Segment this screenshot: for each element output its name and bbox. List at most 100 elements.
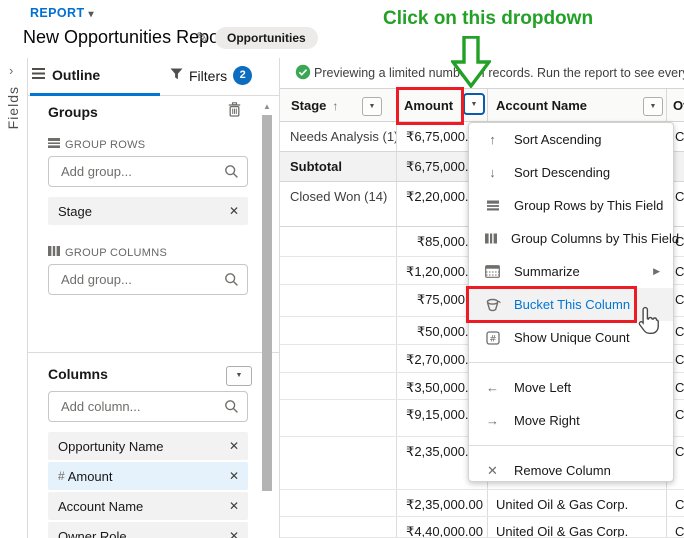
menu-item-label: Sort Ascending <box>514 132 602 147</box>
tab-outline-label: Outline <box>52 67 101 83</box>
sidebar-tabs: Outline Filters 2 <box>28 58 279 96</box>
tab-outline[interactable]: Outline <box>32 66 100 84</box>
menu-item-label: Remove Column <box>514 463 611 478</box>
arrow-up-icon: ↑ <box>489 132 496 147</box>
caret-down-icon: ▼ <box>235 372 243 379</box>
account-name-header-label: Account Name <box>496 98 588 113</box>
annotation-label: Click on this dropdown <box>383 8 594 29</box>
amount-cell: ₹4,40,000.00 <box>397 517 488 537</box>
column-chip-owner-role[interactable]: Owner Role ✕ <box>48 522 248 538</box>
stage-cell <box>280 227 397 256</box>
object-badge: Opportunities <box>215 27 318 49</box>
menu-item-move-right[interactable]: → Move Right <box>469 404 673 437</box>
remove-chip-icon[interactable]: ✕ <box>229 439 239 453</box>
table-header-row: Stage ↑ ▼ Amount ▼ Account Name ▼ Ov <box>280 88 684 122</box>
column-header-amount[interactable]: Amount ▼ <box>397 89 488 121</box>
top-bar: REPORT ▾ New Opportunities Report ✎ Oppor… <box>0 0 684 88</box>
report-label: REPORT <box>30 6 85 20</box>
table-row[interactable]: ₹4,40,000.00United Oil & Gas Corp. CE <box>280 517 684 538</box>
menu-divider <box>469 445 673 446</box>
group-columns-label-row: GROUP COLUMNS <box>48 245 167 260</box>
remove-chip-icon[interactable]: ✕ <box>229 529 239 538</box>
arrow-right-icon: → <box>486 413 499 428</box>
stage-cell: Closed Won (14) <box>280 182 397 226</box>
menu-item-show-unique-count[interactable]: # Show Unique Count <box>469 321 673 354</box>
stage-header-menu-button[interactable]: ▼ <box>362 96 382 116</box>
remove-chip-icon[interactable]: ✕ <box>229 204 239 218</box>
report-type-dropdown[interactable]: REPORT ▾ <box>30 6 94 20</box>
report-builder-screen: REPORT ▾ New Opportunities Report ✎ Oppor… <box>0 0 684 538</box>
menu-item-label: Bucket This Column <box>514 297 631 312</box>
number-type-prefix-icon: # <box>58 469 65 483</box>
column-chip-account-name[interactable]: Account Name ✕ <box>48 492 248 520</box>
summarize-icon <box>484 265 501 278</box>
column-header-owner-role[interactable]: Ov <box>667 89 684 121</box>
outline-sidebar: Outline Filters 2 Groups GROUP ROWS Stag… <box>28 58 280 538</box>
edit-title-pencil-icon[interactable]: ✎ <box>196 29 208 46</box>
column-header-stage[interactable]: Stage ↑ ▼ <box>280 89 397 121</box>
menu-item-sort-ascending[interactable]: ↑ Sort Ascending <box>469 123 673 156</box>
group-rows-label: GROUP ROWS <box>65 138 146 151</box>
table-row[interactable]: ₹2,35,000.00United Oil & Gas Corp. CE <box>280 490 684 517</box>
preview-banner-text: Previewing a limited number of records. … <box>314 66 684 80</box>
success-check-icon <box>295 64 311 85</box>
fields-panel-collapsed: › Fields <box>0 58 28 538</box>
filters-count-badge: 2 <box>233 66 253 85</box>
expand-fields-chevron-icon[interactable]: › <box>9 63 13 78</box>
stage-cell: Needs Analysis (1) <box>280 122 397 151</box>
add-row-group-input[interactable] <box>48 156 248 187</box>
account-cell: United Oil & Gas Corp. <box>488 517 667 537</box>
menu-item-label: Summarize <box>514 264 580 279</box>
stage-cell <box>280 317 397 344</box>
stage-cell <box>280 517 397 537</box>
menu-item-group-columns-by-this-field[interactable]: Group Columns by This Field <box>469 222 679 255</box>
group-columns-icon <box>48 245 60 260</box>
tab-filters-label: Filters <box>189 67 228 84</box>
menu-item-summarize[interactable]: Summarize ▶ <box>469 255 673 288</box>
menu-item-group-rows-by-this-field[interactable]: Group Rows by This Field <box>469 189 673 222</box>
stage-header-label: Stage <box>291 98 327 113</box>
caret-down-icon: ▼ <box>470 100 478 108</box>
menu-item-move-left[interactable]: ← Move Left <box>469 371 673 404</box>
columns-menu-button[interactable]: ▼ <box>226 364 252 386</box>
amount-header-menu-button[interactable]: ▼ <box>463 93 485 115</box>
remove-chip-icon[interactable]: ✕ <box>229 499 239 513</box>
group-rows-icon <box>484 199 501 212</box>
stage-cell <box>280 437 397 489</box>
svg-text:#: # <box>489 334 497 344</box>
account-header-menu-button[interactable]: ▼ <box>643 96 663 116</box>
stage-cell <box>280 400 397 436</box>
menu-item-remove-column[interactable]: ✕ Remove Column <box>469 454 673 487</box>
outline-list-icon <box>32 66 45 84</box>
remove-chip-icon[interactable]: ✕ <box>229 469 239 483</box>
row-group-chip-stage[interactable]: Stage ✕ <box>48 197 248 225</box>
column-header-account-name[interactable]: Account Name ▼ <box>488 89 667 121</box>
add-column-input[interactable] <box>48 391 248 422</box>
stage-cell <box>280 373 397 399</box>
amount-cell: ₹2,35,000.00 <box>397 490 488 516</box>
scroll-up-arrow-icon[interactable]: ▲ <box>263 102 271 111</box>
menu-item-sort-descending[interactable]: ↓ Sort Descending <box>469 156 673 189</box>
groups-section-title: Groups <box>48 104 98 120</box>
bucket-icon <box>484 298 501 312</box>
menu-item-label: Sort Descending <box>514 165 611 180</box>
delete-groups-trash-icon[interactable] <box>228 102 241 122</box>
menu-item-label: Group Rows by This Field <box>514 198 664 213</box>
sidebar-scrollbar-thumb[interactable] <box>262 115 272 491</box>
owner-role-cell: CE <box>675 524 684 537</box>
stage-cell <box>280 490 397 516</box>
menu-item-label: Group Columns by This Field <box>511 231 680 246</box>
chip-label: Owner Role <box>58 528 127 538</box>
chip-label: Stage <box>58 203 92 219</box>
caret-down-icon: ▾ <box>88 9 94 20</box>
amount-column-dropdown-menu: ↑ Sort Ascending ↓ Sort Descending Group Row… <box>466 122 679 482</box>
add-column-group-input[interactable] <box>48 264 248 295</box>
sort-ascending-arrow-icon: ↑ <box>332 99 339 113</box>
tab-filters[interactable]: Filters 2 <box>170 66 253 85</box>
chip-label: Opportunity Name <box>58 438 164 454</box>
stage-cell: Subtotal <box>280 152 397 181</box>
submenu-caret-icon: ▶ <box>653 266 660 276</box>
column-chip-amount[interactable]: # Amount ✕ <box>48 462 248 490</box>
menu-item-bucket-this-column[interactable]: Bucket This Column <box>466 286 673 323</box>
column-chip-opportunity-name[interactable]: Opportunity Name ✕ <box>48 432 248 460</box>
